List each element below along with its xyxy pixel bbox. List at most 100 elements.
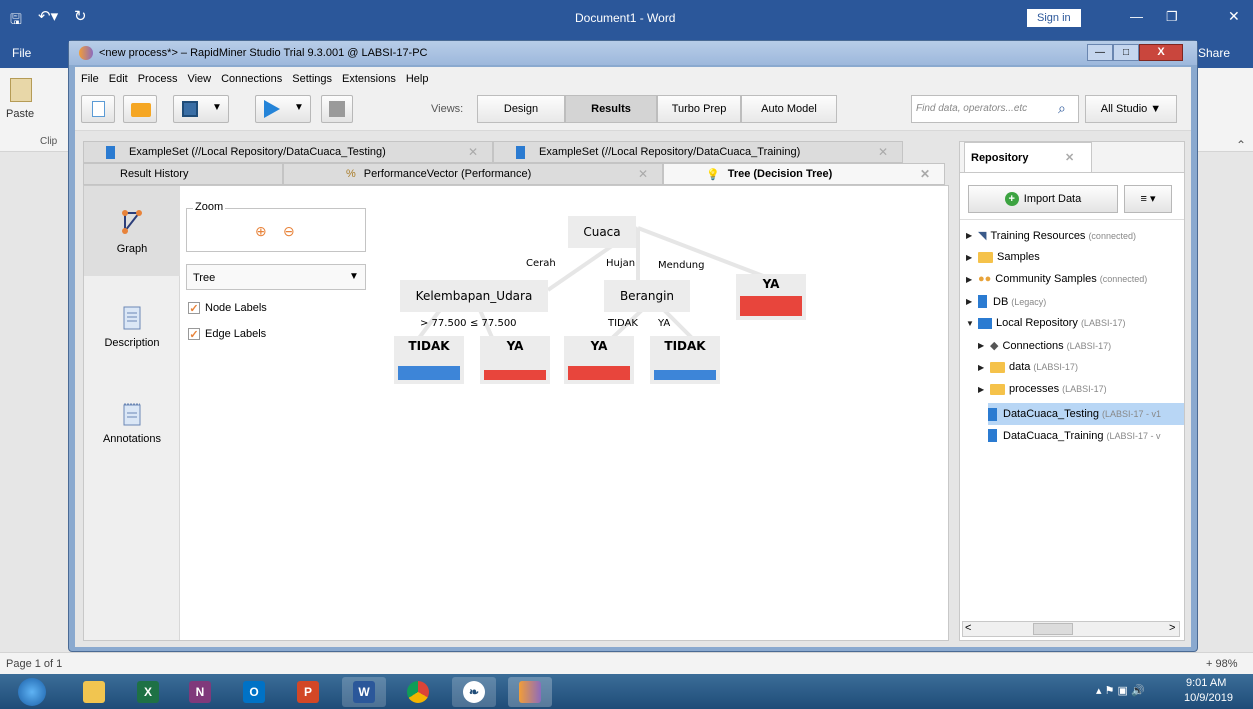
repository-tab[interactable]: Repository ✕ <box>964 142 1092 172</box>
menu-settings[interactable]: Settings <box>292 73 332 85</box>
menu-connections[interactable]: Connections <box>221 73 282 85</box>
tab-exampleset-testing[interactable]: ExampleSet (//Local Repository/DataCuaca… <box>83 141 493 163</box>
open-button[interactable] <box>123 95 157 123</box>
repo-item-local-repository[interactable]: ▼ Local Repository (LABSI-17) <box>966 317 1125 329</box>
menu-file[interactable]: File <box>81 73 99 85</box>
tree-leaf[interactable]: TIDAK <box>650 336 720 384</box>
scroll-left-icon[interactable]: < <box>965 622 971 634</box>
scroll-thumb[interactable] <box>1033 623 1073 635</box>
horizontal-scrollbar[interactable]: < > <box>962 621 1180 637</box>
repo-item-connections[interactable]: ▶ ◆ Connections (LABSI-17) <box>978 339 1111 353</box>
repo-item-samples[interactable]: ▶ Samples <box>966 251 1040 263</box>
zoom-level[interactable]: + 98% <box>1206 658 1238 670</box>
taskbar-word[interactable]: W <box>342 677 386 707</box>
close-tab-icon[interactable]: ✕ <box>878 145 888 159</box>
expand-icon[interactable]: ▶ <box>978 363 990 372</box>
expand-icon[interactable]: ▶ <box>966 231 978 240</box>
paste-icon[interactable] <box>10 78 32 102</box>
maximize-icon[interactable]: ❐ <box>1166 9 1178 25</box>
clock-date[interactable]: 10/9/2019 <box>1184 692 1233 704</box>
view-auto-model-button[interactable]: Auto Model <box>741 95 837 123</box>
tree-node-berangin[interactable]: Berangin <box>604 280 690 312</box>
redo-icon[interactable]: ↻ <box>74 7 87 25</box>
expand-icon[interactable]: ▶ <box>966 297 978 306</box>
repo-item-data[interactable]: ▶ data (LABSI-17) <box>978 361 1078 373</box>
expand-icon[interactable]: ▶ <box>966 275 978 284</box>
menu-extensions[interactable]: Extensions <box>342 73 396 85</box>
run-button[interactable]: ▼ <box>255 95 311 123</box>
menu-process[interactable]: Process <box>138 73 178 85</box>
undo-icon[interactable]: ↶▾ <box>38 7 58 25</box>
search-input[interactable]: Find data, operators...etc <box>916 103 1027 114</box>
repo-item-training-resources[interactable]: ▶ ◥ Training Resources (connected) <box>966 229 1136 243</box>
taskbar-rapidminer[interactable] <box>508 677 552 707</box>
expand-icon[interactable]: ▶ <box>966 253 978 262</box>
save-icon[interactable]: 🖫 <box>10 9 22 33</box>
side-description-button[interactable]: Description <box>84 282 180 372</box>
layout-select[interactable]: Tree ▼ <box>186 264 366 290</box>
side-graph-button[interactable]: Graph <box>84 186 180 276</box>
minimize-icon[interactable]: — <box>1130 9 1143 24</box>
close-icon[interactable]: ✕ <box>1228 8 1240 25</box>
tree-leaf[interactable]: TIDAK <box>394 336 464 384</box>
tree-node-kelembapan[interactable]: Kelembapan_Udara <box>400 280 548 312</box>
taskbar-explorer[interactable] <box>72 677 116 707</box>
start-button[interactable] <box>10 677 54 707</box>
repository-menu-button[interactable]: ≡ ▾ <box>1124 185 1172 213</box>
rm-minimize-button[interactable]: — <box>1087 44 1113 61</box>
taskbar-chrome[interactable] <box>396 677 440 707</box>
file-tab[interactable]: File <box>12 46 31 60</box>
taskbar-app-bird[interactable]: ❧ <box>452 677 496 707</box>
zoom-in-icon[interactable]: ⊕ <box>255 223 267 240</box>
clock-time[interactable]: 9:01 AM <box>1186 677 1226 689</box>
close-tab-icon[interactable]: ✕ <box>920 167 930 181</box>
collapse-icon[interactable]: ▼ <box>966 319 978 328</box>
rm-maximize-button[interactable]: □ <box>1113 44 1139 61</box>
close-tab-icon[interactable]: ✕ <box>1065 151 1074 164</box>
tray-icons[interactable]: ▴ ⚑ ▣ 🔊 <box>1096 684 1145 697</box>
paste-label[interactable]: Paste <box>6 108 34 120</box>
rm-close-button[interactable]: X <box>1139 44 1183 61</box>
edge-labels-checkbox[interactable]: ✓ Edge Labels <box>188 328 266 341</box>
tab-performance-vector[interactable]: % PerformanceVector (Performance) ✕ <box>283 163 663 185</box>
expand-icon[interactable]: ▶ <box>978 385 990 394</box>
import-data-button[interactable]: + Import Data <box>968 185 1118 213</box>
repo-item-datacuaca-training[interactable]: DataCuaca_Training (LABSI-17 - v <box>988 429 1161 442</box>
tree-leaf[interactable]: YA <box>736 274 806 320</box>
close-tab-icon[interactable]: ✕ <box>638 167 648 181</box>
taskbar-excel[interactable]: X <box>126 677 170 707</box>
search-scope-dropdown[interactable]: All Studio ▼ <box>1085 95 1177 123</box>
expand-icon[interactable]: ▶ <box>978 341 990 350</box>
stop-button[interactable] <box>321 95 353 123</box>
side-annotations-button[interactable]: Annotations <box>84 378 180 468</box>
tree-leaf[interactable]: YA <box>564 336 634 384</box>
scroll-right-icon[interactable]: > <box>1169 622 1175 634</box>
menu-help[interactable]: Help <box>406 73 429 85</box>
taskbar-onenote[interactable]: N <box>178 677 222 707</box>
close-tab-icon[interactable]: ✕ <box>468 145 478 159</box>
search-box[interactable]: Find data, operators...etc ⌕ <box>911 95 1079 123</box>
repo-item-processes[interactable]: ▶ processes (LABSI-17) <box>978 383 1107 395</box>
tree-leaf[interactable]: YA <box>480 336 550 384</box>
view-results-button[interactable]: Results <box>565 95 657 123</box>
menu-edit[interactable]: Edit <box>109 73 128 85</box>
new-process-button[interactable] <box>81 95 115 123</box>
view-turbo-prep-button[interactable]: Turbo Prep <box>657 95 741 123</box>
view-design-button[interactable]: Design <box>477 95 565 123</box>
tree-node-root[interactable]: Cuaca <box>568 216 636 248</box>
tab-result-history[interactable]: Result History <box>83 163 283 185</box>
tab-tree[interactable]: 💡 Tree (Decision Tree) ✕ <box>663 163 945 185</box>
search-icon[interactable]: ⌕ <box>1058 100 1066 117</box>
repo-item-community-samples[interactable]: ▶ ●● Community Samples (connected) <box>966 273 1147 285</box>
share-button[interactable]: Share <box>1198 46 1230 60</box>
node-labels-checkbox[interactable]: ✓ Node Labels <box>188 302 267 315</box>
save-button[interactable]: ▼ <box>173 95 229 123</box>
menu-view[interactable]: View <box>187 73 211 85</box>
repo-item-datacuaca-testing[interactable]: DataCuaca_Testing (LABSI-17 - v1 <box>988 403 1184 425</box>
taskbar-outlook[interactable]: O <box>232 677 276 707</box>
tab-exampleset-training[interactable]: ExampleSet (//Local Repository/DataCuaca… <box>493 141 903 163</box>
zoom-out-icon[interactable]: ⊖ <box>283 223 295 240</box>
repo-item-db[interactable]: ▶ DB (Legacy) <box>966 295 1046 308</box>
taskbar-powerpoint[interactable]: P <box>286 677 330 707</box>
sign-in-button[interactable]: Sign in <box>1027 9 1081 27</box>
